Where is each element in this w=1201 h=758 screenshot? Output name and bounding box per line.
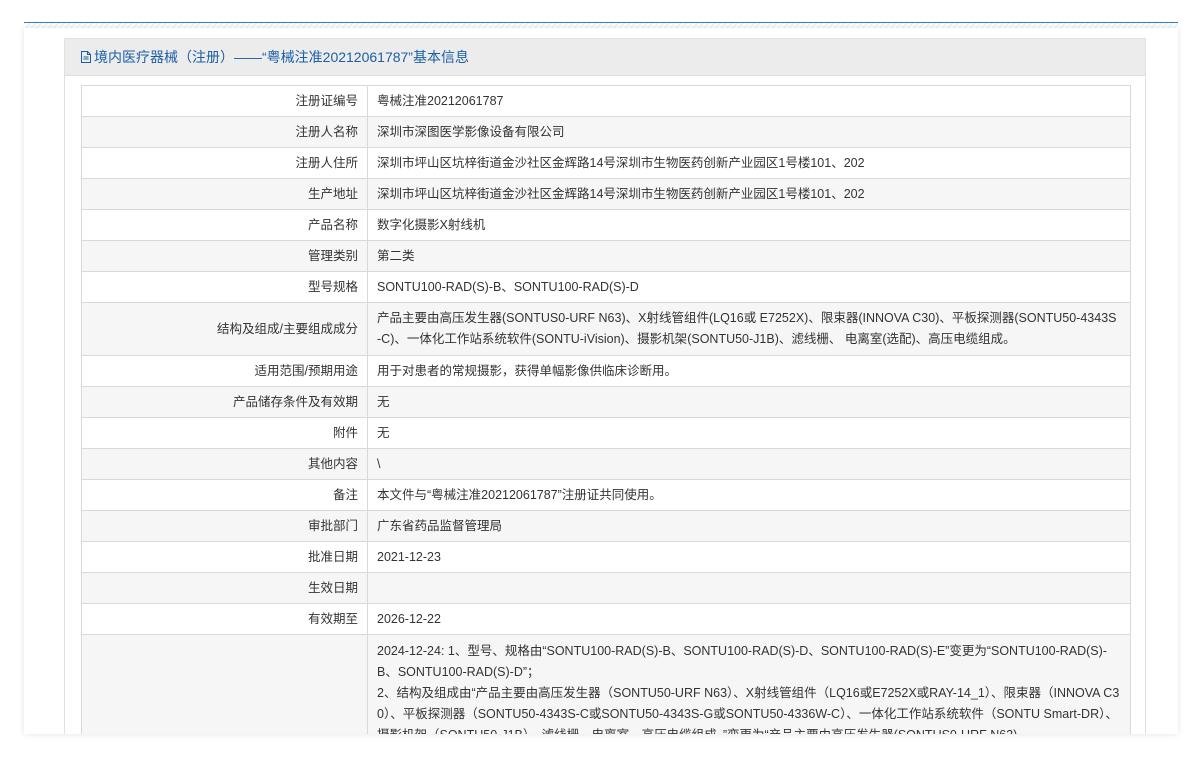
- field-value: [367, 572, 1131, 604]
- field-value: 无: [367, 417, 1131, 449]
- info-panel: 境内医疗器械（注册）——“粤械注准20212061787”基本信息 注册证编号 …: [64, 38, 1146, 734]
- field-label: 备注: [81, 479, 368, 511]
- change-history-value: 2024-12-24: 1、型号、规格由“SONTU100-RAD(S)-B、S…: [367, 634, 1131, 734]
- table-row: 生效日期: [81, 572, 1131, 604]
- table-row: 有效期至 2026-12-22: [81, 603, 1131, 635]
- field-value: 本文件与“粤械注准20212061787”注册证共同使用。: [367, 479, 1131, 511]
- field-value: 2026-12-22: [367, 603, 1131, 635]
- content-card: 境内医疗器械（注册）——“粤械注准20212061787”基本信息 注册证编号 …: [24, 28, 1178, 734]
- field-label: 生产地址: [81, 178, 368, 210]
- field-label: 审批部门: [81, 510, 368, 542]
- field-value: 粤械注准20212061787: [367, 85, 1131, 117]
- field-value: 2021-12-23: [367, 541, 1131, 573]
- field-value: 第二类: [367, 240, 1131, 272]
- field-value: 深圳市坪山区坑梓街道金沙社区金辉路14号深圳市生物医药创新产业园区1号楼101、…: [367, 147, 1131, 179]
- table-row: 产品储存条件及有效期 无: [81, 386, 1131, 418]
- field-label: 管理类别: [81, 240, 368, 272]
- field-label: 注册人住所: [81, 147, 368, 179]
- table-row: 其他内容 \: [81, 448, 1131, 480]
- field-value: 无: [367, 386, 1131, 418]
- table-row: 批准日期 2021-12-23: [81, 541, 1131, 573]
- field-value: 广东省药品监督管理局: [367, 510, 1131, 542]
- field-label: 结构及组成/主要组成成分: [81, 302, 368, 356]
- document-icon: [81, 51, 91, 63]
- table-row: 适用范围/预期用途 用于对患者的常规摄影，获得单幅影像供临床诊断用。: [81, 355, 1131, 387]
- registration-info-table: 注册证编号 粤械注准20212061787 注册人名称 深圳市深图医学影像设备有…: [81, 85, 1131, 734]
- table-row: 注册人住所 深圳市坪山区坑梓街道金沙社区金辉路14号深圳市生物医药创新产业园区1…: [81, 147, 1131, 179]
- field-label: 注册人名称: [81, 116, 368, 148]
- field-value: SONTU100-RAD(S)-B、SONTU100-RAD(S)-D: [367, 271, 1131, 303]
- field-value: \: [367, 448, 1131, 480]
- panel-title: 境内医疗器械（注册）——“粤械注准20212061787”基本信息: [94, 49, 469, 65]
- table-row: 附件 无: [81, 417, 1131, 449]
- field-label: 其他内容: [81, 448, 368, 480]
- table-row: 型号规格 SONTU100-RAD(S)-B、SONTU100-RAD(S)-D: [81, 271, 1131, 303]
- field-value: 深圳市深图医学影像设备有限公司: [367, 116, 1131, 148]
- field-value: 用于对患者的常规摄影，获得单幅影像供临床诊断用。: [367, 355, 1131, 387]
- table-row: 注册证编号 粤械注准20212061787: [81, 85, 1131, 117]
- field-label: 适用范围/预期用途: [81, 355, 368, 387]
- field-label: 批准日期: [81, 541, 368, 573]
- table-row: 产品名称 数字化摄影X射线机: [81, 209, 1131, 241]
- change-line: 2、结构及组成由“产品主要由高压发生器（SONTU50-URF N63）、X射线…: [377, 686, 1120, 734]
- field-value: 深圳市坪山区坑梓街道金沙社区金辉路14号深圳市生物医药创新产业园区1号楼101、…: [367, 178, 1131, 210]
- field-label: 有效期至: [81, 603, 368, 635]
- table-row: 注册人名称 深圳市深图医学影像设备有限公司: [81, 116, 1131, 148]
- panel-header: 境内医疗器械（注册）——“粤械注准20212061787”基本信息: [65, 39, 1145, 76]
- field-label: 型号规格: [81, 271, 368, 303]
- table-row: 审批部门 广东省药品监督管理局: [81, 510, 1131, 542]
- field-label: 注册证编号: [81, 85, 368, 117]
- table-row: 管理类别 第二类: [81, 240, 1131, 272]
- field-label: 产品名称: [81, 209, 368, 241]
- table-row: 生产地址 深圳市坪山区坑梓街道金沙社区金辉路14号深圳市生物医药创新产业园区1号…: [81, 178, 1131, 210]
- change-history-row: 2024-12-24: 1、型号、规格由“SONTU100-RAD(S)-B、S…: [81, 634, 1131, 734]
- field-value: 数字化摄影X射线机: [367, 209, 1131, 241]
- field-label: 附件: [81, 417, 368, 449]
- field-label: [81, 634, 368, 734]
- table-row: 备注 本文件与“粤械注准20212061787”注册证共同使用。: [81, 479, 1131, 511]
- table-row: 结构及组成/主要组成成分 产品主要由高压发生器(SONTUS0-URF N63)…: [81, 302, 1131, 356]
- field-label: 生效日期: [81, 572, 368, 604]
- field-value: 产品主要由高压发生器(SONTUS0-URF N63)、X射线管组件(LQ16或…: [367, 302, 1131, 356]
- field-label: 产品储存条件及有效期: [81, 386, 368, 418]
- change-line: 2024-12-24: 1、型号、规格由“SONTU100-RAD(S)-B、S…: [377, 644, 1107, 679]
